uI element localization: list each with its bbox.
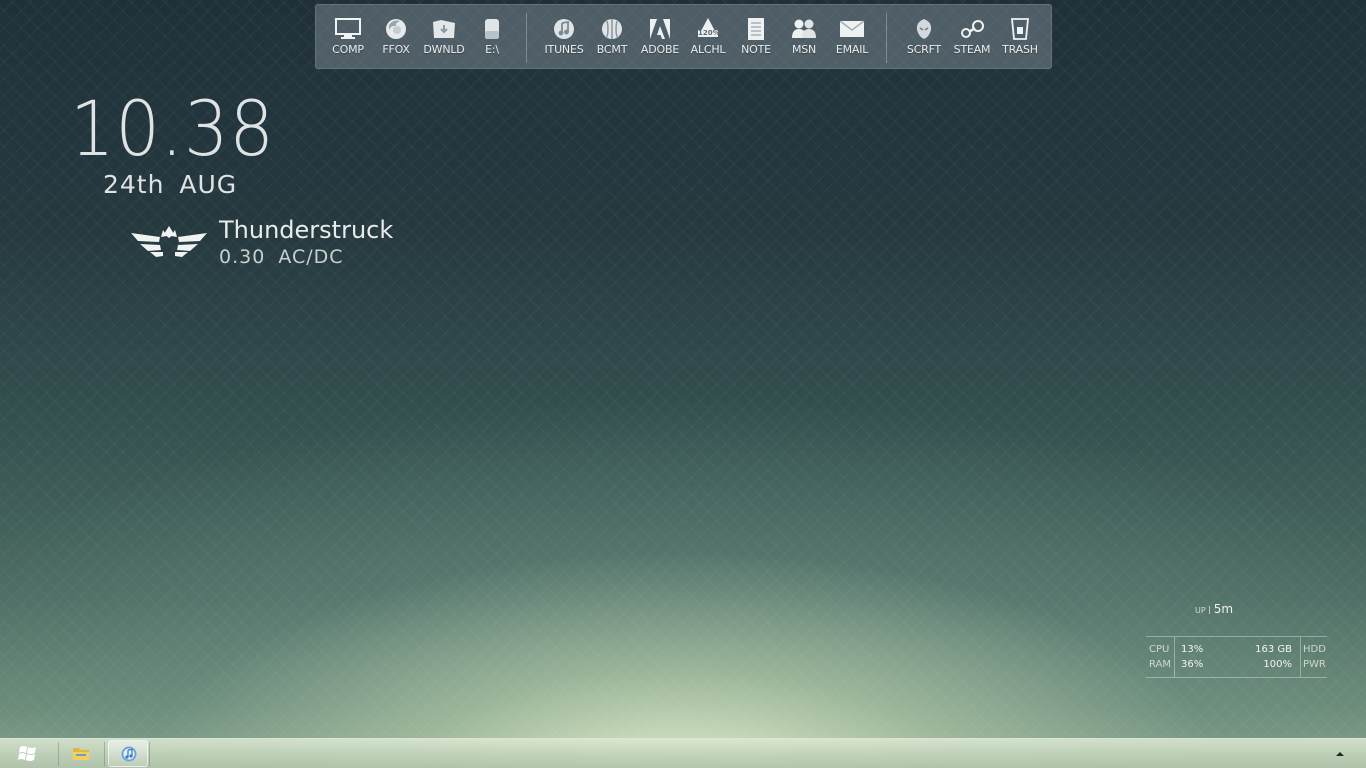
start-button[interactable] (14, 743, 42, 765)
itunes-icon (121, 746, 137, 762)
dock-item-dwnld[interactable]: DWNLD (420, 13, 468, 61)
monitor-divider (1300, 637, 1301, 677)
taskbar-explorer-button[interactable] (61, 740, 101, 767)
dock-item-steam[interactable]: STEAM (948, 13, 996, 61)
cpu-label: CPU (1149, 644, 1170, 655)
dock-label: EMAIL (835, 43, 869, 56)
windows-logo-icon (18, 746, 36, 761)
notepad-icon (743, 17, 769, 41)
uptime-divider (1208, 605, 1210, 614)
clock-time: 10.38 (70, 84, 275, 173)
dock-item-adobe[interactable]: ADOBE (636, 13, 684, 61)
cpu-value: 13% (1181, 644, 1204, 655)
dock-label: STEAM (953, 43, 991, 56)
dock-item-alchl[interactable]: 120% ALCHL (684, 13, 732, 61)
ram-label: RAM (1149, 659, 1172, 670)
dock-item-note[interactable]: NOTE (732, 13, 780, 61)
song-title: Thunderstruck (219, 216, 394, 244)
hdd-label: HDD (1303, 644, 1326, 655)
dock-item-drive-e[interactable]: E:\ (468, 13, 516, 61)
dock-label: COMP (332, 43, 364, 56)
song-artist-time: 0.30 AC/DC (219, 246, 344, 268)
adobe-icon (647, 17, 673, 41)
pwr-value: 100% (1263, 659, 1292, 670)
dock-item-scrft[interactable]: SCRFT (900, 13, 948, 61)
hdd-value: 163 GB (1255, 644, 1292, 655)
alcohol-icon: 120% (695, 17, 721, 41)
envelope-icon (839, 17, 865, 41)
windows-explorer-icon (73, 748, 89, 760)
dock: COMP FFOX DWNLD E:\ ITUNES BCMT ADOBE 12… (315, 4, 1052, 69)
taskbar-separator (149, 742, 150, 766)
clock-date: 24th AUG (103, 170, 238, 199)
alchl-badge: 120% (698, 29, 720, 37)
dock-label: FFOX (382, 43, 410, 56)
dock-item-ffox[interactable]: FFOX (372, 13, 420, 61)
starcraft-icon (911, 17, 937, 41)
firefox-icon (383, 17, 409, 41)
system-monitor: CPU RAM 13% 36% 163 GB 100% HDD PWR (1146, 636, 1327, 678)
taskbar-itunes-button[interactable] (108, 740, 148, 767)
steam-icon (959, 17, 985, 41)
show-hidden-icons-icon[interactable] (1333, 747, 1347, 761)
taskbar (0, 738, 1366, 768)
dock-label: E:\ (485, 43, 499, 56)
dock-separator (526, 13, 527, 63)
ram-value: 36% (1181, 659, 1204, 670)
dock-item-msn[interactable]: MSN (780, 13, 828, 61)
dock-label: DWNLD (423, 43, 465, 56)
winged-logo-icon (131, 226, 207, 257)
bitcomet-icon (599, 17, 625, 41)
dock-separator (886, 13, 887, 63)
dock-item-comp[interactable]: COMP (324, 13, 372, 61)
msn-icon (791, 17, 817, 41)
dock-label: SCRFT (906, 43, 942, 56)
taskbar-separator (104, 742, 105, 766)
dock-label: ALCHL (690, 43, 726, 56)
monitor-divider (1174, 637, 1175, 677)
dock-label: NOTE (741, 43, 771, 56)
taskbar-separator (58, 742, 59, 766)
pwr-label: PWR (1303, 659, 1326, 670)
drive-icon (479, 17, 505, 41)
download-folder-icon (431, 17, 457, 41)
dock-label: TRASH (1002, 43, 1038, 56)
dock-label: MSN (791, 43, 817, 56)
dock-label: ITUNES (544, 43, 584, 56)
monitor-icon (335, 17, 361, 41)
uptime-readout: UP 5m (1195, 602, 1233, 616)
dock-item-itunes[interactable]: ITUNES (540, 13, 588, 61)
dock-label: BCMT (596, 43, 628, 56)
trash-icon (1007, 17, 1033, 41)
uptime-value: 5m (1213, 602, 1234, 616)
dock-item-email[interactable]: EMAIL (828, 13, 876, 61)
uptime-label: UP (1195, 606, 1206, 615)
itunes-icon (551, 17, 577, 41)
dock-item-trash[interactable]: TRASH (996, 13, 1044, 61)
dock-label: ADOBE (640, 43, 680, 56)
dock-item-bcmt[interactable]: BCMT (588, 13, 636, 61)
